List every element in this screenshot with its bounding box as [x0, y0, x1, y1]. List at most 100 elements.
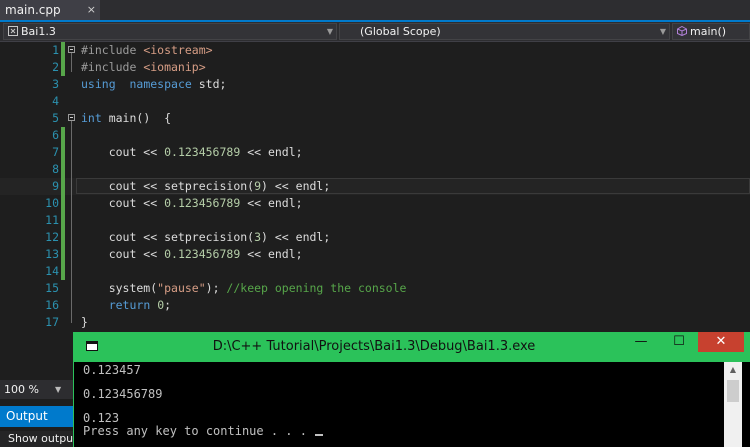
console-prompt-line: Press any key to continue . . . — [83, 424, 324, 438]
change-indicator — [61, 42, 65, 59]
code-token: using — [81, 77, 116, 91]
code-line[interactable]: 9 cout << setprecision(9) << endl; — [0, 178, 750, 195]
code-token: cout << — [81, 145, 165, 159]
line-number: 9 — [52, 179, 59, 193]
scope-dropdown-value: (Global Scope) — [360, 25, 441, 38]
code-text: return 0; — [81, 297, 171, 314]
navigation-bar: Bai1.3 ▼ (Global Scope) ▼ main() — [0, 22, 750, 42]
maximize-button[interactable]: ☐ — [661, 332, 697, 352]
change-indicator — [61, 144, 65, 161]
code-line[interactable]: 13 cout << 0.123456789 << endl; — [0, 246, 750, 263]
code-text: system("pause"); //keep opening the cons… — [81, 280, 407, 297]
close-button[interactable]: ✕ — [698, 332, 744, 352]
line-number: 7 — [52, 145, 59, 159]
change-indicator — [61, 195, 65, 212]
function-dropdown-value: main() — [690, 25, 727, 38]
code-line[interactable]: 14 — [0, 263, 750, 280]
code-text: cout << 0.123456789 << endl; — [81, 144, 303, 161]
code-token: ) << endl; — [261, 230, 331, 244]
code-token: 3 — [254, 230, 262, 244]
line-number: 16 — [45, 298, 59, 312]
tab-bar: main.cpp × — [0, 0, 750, 20]
code-line[interactable]: 4 — [0, 93, 750, 110]
code-token: } — [81, 315, 88, 329]
line-number: 12 — [45, 230, 59, 244]
line-number: 4 — [52, 94, 59, 108]
change-indicator — [61, 229, 65, 246]
tab-main-cpp[interactable]: main.cpp × — [0, 0, 100, 20]
scrollbar-thumb[interactable] — [727, 380, 739, 402]
method-cube-icon — [677, 26, 687, 36]
console-title-bar[interactable]: D:\C++ Tutorial\Projects\Bai1.3\Debug\Ba… — [74, 332, 750, 362]
show-output-from-label: Show output from: — [0, 431, 75, 447]
code-token: #include — [81, 43, 144, 57]
line-number: 13 — [45, 247, 59, 261]
line-number: 5 — [52, 111, 59, 125]
console-title: D:\C++ Tutorial\Projects\Bai1.3\Debug\Ba… — [212, 339, 536, 354]
minimize-button[interactable]: — — [623, 332, 659, 352]
code-token: ; — [164, 298, 172, 312]
code-token: #include — [81, 60, 144, 74]
line-number: 17 — [45, 315, 59, 329]
change-indicator — [61, 59, 65, 76]
change-indicator — [61, 161, 65, 178]
code-token: ) << endl; — [261, 179, 331, 193]
line-number: 2 — [52, 60, 59, 74]
console-prompt-text: Press any key to continue . . . — [83, 424, 315, 438]
code-text: #include <iomanip> — [81, 59, 206, 76]
outline-guide — [71, 121, 72, 323]
code-token: //keep opening the console — [226, 281, 407, 295]
code-token: 0.123456789 — [164, 247, 241, 261]
code-token: namespace — [129, 77, 192, 91]
code-line[interactable]: 2 #include <iomanip> — [0, 59, 750, 76]
output-panel-tab[interactable]: Output — [0, 406, 75, 427]
code-line[interactable]: 6 — [0, 127, 750, 144]
code-line[interactable]: 15 system("pause"); //keep opening the c… — [0, 280, 750, 297]
project-dropdown[interactable]: Bai1.3 ▼ — [3, 23, 337, 40]
line-number: 8 — [52, 162, 59, 176]
scroll-up-arrow-icon[interactable]: ▲ — [724, 362, 742, 378]
code-token: <iostream> — [143, 43, 213, 57]
scope-dropdown[interactable]: (Global Scope) ▼ — [339, 23, 670, 40]
code-token: 9 — [254, 179, 262, 193]
console-output: 0.123457 0.123456789 0.123 Press any key… — [74, 362, 724, 447]
code-line[interactable]: 16 return 0; — [0, 297, 750, 314]
chevron-down-icon: ▼ — [326, 27, 333, 36]
chevron-down-icon: ▼ — [55, 385, 62, 394]
code-line[interactable]: 7 cout << 0.123456789 << endl; — [0, 144, 750, 161]
console-line: 0.123 — [83, 411, 120, 425]
code-editor[interactable]: 1 #include <iostream> 2 #include <iomanip> 3… — [0, 42, 750, 342]
line-number: 14 — [45, 264, 59, 278]
code-token: cout << — [81, 247, 165, 261]
code-token: cout << setprecision( — [81, 179, 255, 193]
code-line[interactable]: 12 cout << setprecision(3) << endl; — [0, 229, 750, 246]
line-number: 1 — [52, 43, 59, 57]
zoom-control[interactable]: 100 % ▼ — [0, 380, 75, 399]
console-vertical-scrollbar[interactable]: ▲ — [724, 362, 742, 447]
collapse-minus-icon[interactable] — [68, 114, 75, 121]
change-indicator — [61, 212, 65, 229]
line-number: 10 — [45, 196, 59, 210]
code-line[interactable]: 8 — [0, 161, 750, 178]
code-token: cout << setprecision( — [81, 230, 255, 244]
change-indicator — [61, 246, 65, 263]
code-token: system( — [81, 281, 158, 295]
tab-close-icon[interactable]: × — [87, 0, 96, 20]
code-line[interactable]: 3 using namespace std; — [0, 76, 750, 93]
code-line[interactable]: 10 cout << 0.123456789 << endl; — [0, 195, 750, 212]
code-line[interactable]: 11 — [0, 212, 750, 229]
zoom-value: 100 % — [4, 383, 39, 396]
change-indicator — [61, 127, 65, 144]
function-dropdown[interactable]: main() — [672, 23, 750, 40]
console-window[interactable]: D:\C++ Tutorial\Projects\Bai1.3\Debug\Ba… — [73, 332, 750, 447]
code-line[interactable]: 5 int main() { — [0, 110, 750, 127]
cpp-project-icon — [8, 26, 18, 36]
code-line[interactable]: 1 #include <iostream> — [0, 42, 750, 59]
line-number: 15 — [45, 281, 59, 295]
collapse-minus-icon[interactable] — [68, 46, 75, 53]
tab-title: main.cpp — [5, 3, 61, 17]
code-line[interactable]: 17} — [0, 314, 750, 331]
chevron-down-icon: ▼ — [659, 27, 666, 36]
line-number: 6 — [52, 128, 59, 142]
